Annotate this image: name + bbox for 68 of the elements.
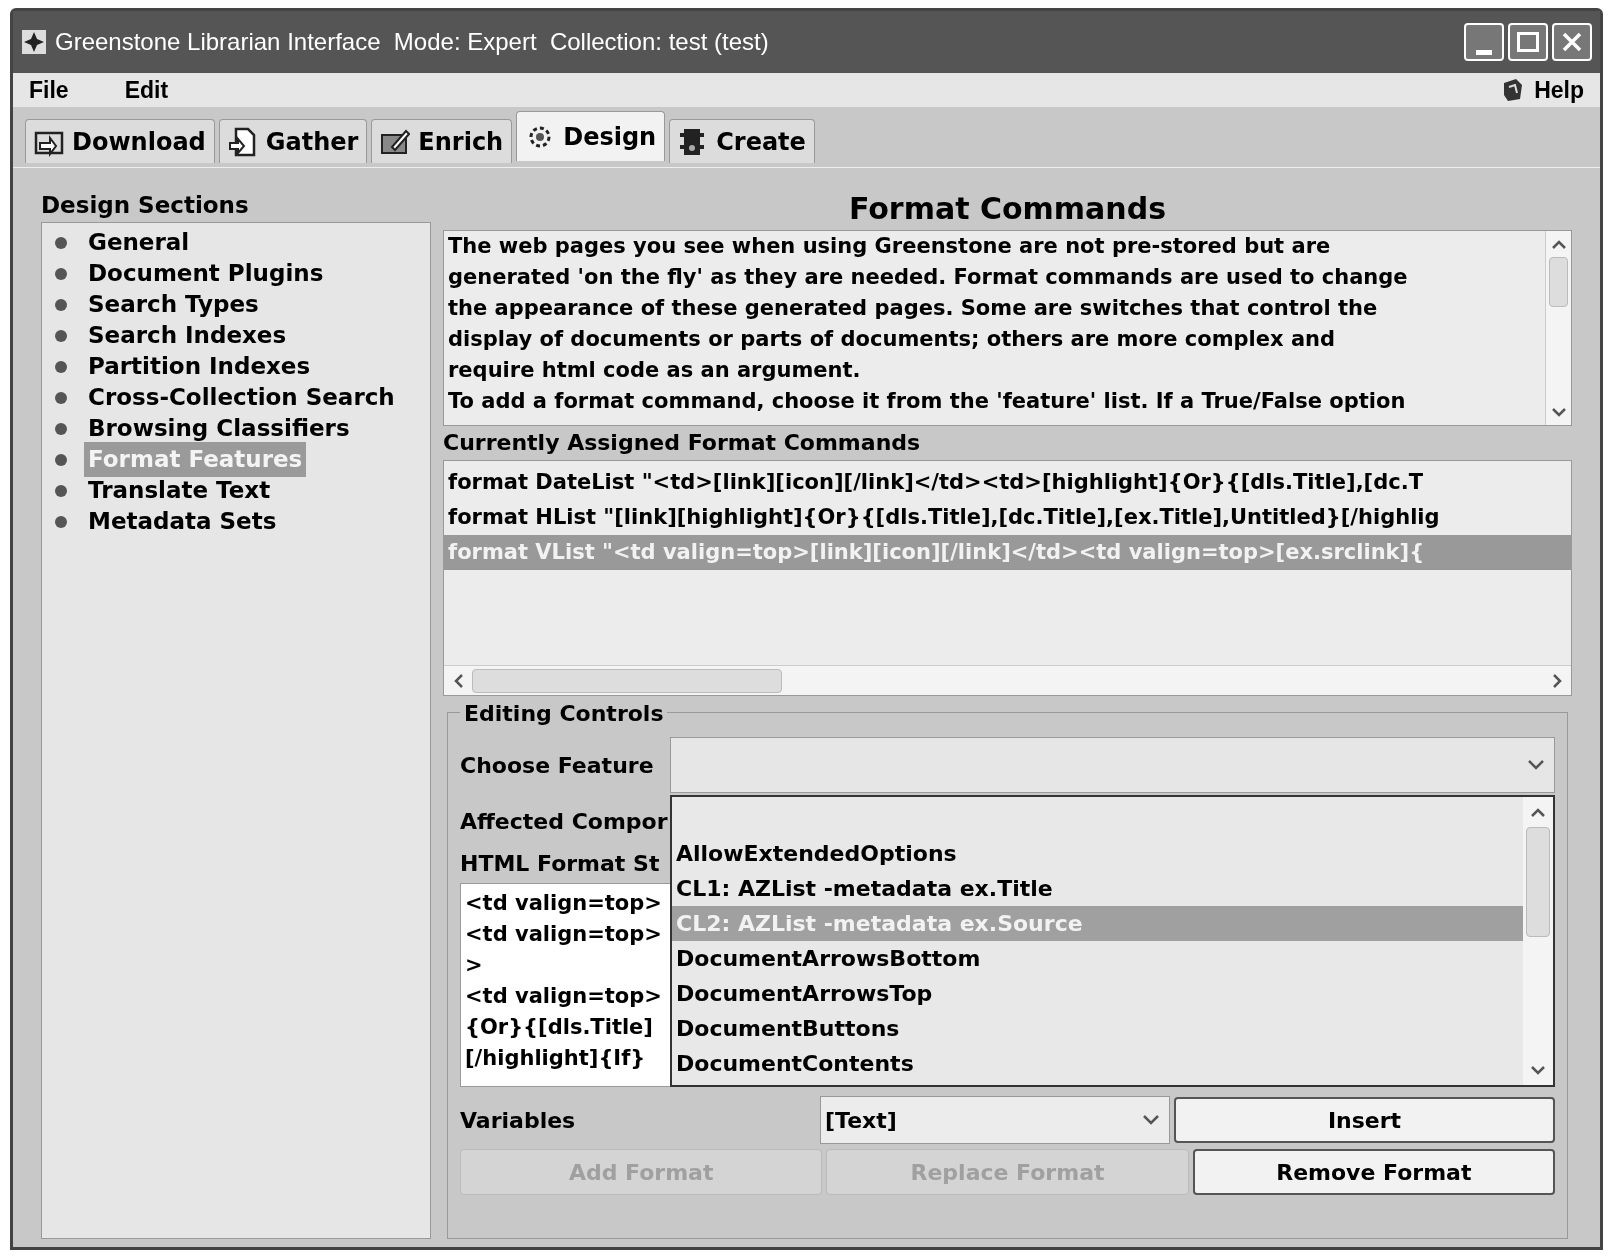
bullet-icon (54, 297, 68, 312)
format-command-row[interactable]: format HList "[link][highlight]{Or}{[dls.Title],[dc.Title],[ex.Title],Untitled}[/highlig (444, 500, 1571, 535)
description-text: To add a format command, choose it from the 'feature' list. If a True/False option (447, 388, 1407, 415)
feature-option[interactable]: AllowExtendedOptions (672, 836, 1523, 871)
description-text: require html code as an argument. (447, 357, 862, 384)
tab[interactable]: Enrich (371, 119, 513, 163)
close-icon (1562, 32, 1582, 52)
list-title: Currently Assigned Format Commands (443, 429, 922, 457)
description-text: the appearance of these generated pages. Some are switches that control the (447, 295, 1379, 322)
maximize-button[interactable] (1508, 23, 1548, 61)
feature-option[interactable]: DocumentArrowsBottom (672, 941, 1523, 976)
tab[interactable]: Create (669, 119, 815, 163)
field-label: HTML Format St (460, 850, 661, 878)
app-icon (21, 29, 47, 55)
scroll-down-icon (1551, 407, 1566, 417)
feature-dropdown[interactable] (670, 737, 1555, 793)
scrollbar-thumb (1549, 257, 1568, 307)
bullet-icon (54, 235, 68, 250)
window-title: Greenstone Librarian Interface Mode: Expert Collection: test (test) (55, 27, 769, 57)
section-title: Design Sections (41, 191, 250, 220)
bullet-icon (54, 483, 68, 498)
close-button[interactable] (1552, 23, 1592, 61)
feature-option[interactable]: CL1: AZList -metadata ex.Title (672, 871, 1523, 906)
menu-item[interactable]: Edit (124, 72, 169, 108)
field-label: Variables (460, 1106, 577, 1135)
code-line: <td valign=top> (465, 921, 663, 948)
code-line: [/highlight]{If} (465, 1045, 647, 1072)
scroll-left-icon (453, 673, 463, 688)
bullet-icon (54, 266, 68, 281)
button[interactable]: Remove Format (1192, 1149, 1555, 1195)
code-line: <td valign=top> (465, 890, 663, 917)
bullet-icon (54, 514, 68, 529)
code-line: <td valign=top> (465, 983, 663, 1010)
bullet-icon (54, 452, 68, 467)
maximize-icon (1517, 32, 1539, 52)
tab[interactable]: Download (25, 119, 215, 163)
button[interactable]: Insert (1174, 1097, 1555, 1143)
tab[interactable]: Design (516, 111, 666, 161)
bullet-icon (54, 390, 68, 405)
description-text: The web pages you see when using Greenstone are not pre-stored but are (447, 233, 1332, 260)
scroll-right-icon (1552, 673, 1562, 688)
scroll-up-icon (1531, 807, 1545, 817)
panel-heading: Format Commands (847, 190, 1168, 228)
bullet-icon (54, 421, 68, 436)
scroll-up-icon (1551, 239, 1566, 249)
minimize-button[interactable] (1464, 23, 1504, 61)
code-line: > (465, 952, 484, 979)
code-line: {Or}{[dls.Title] (465, 1014, 654, 1041)
feature-option[interactable]: DocumentArrowsTop (672, 976, 1523, 1011)
menu-item[interactable]: File (29, 72, 69, 108)
field-label: Affected Compor (460, 808, 669, 836)
description-text: generated 'on the fly' as they are needed. Format commands are used to change (447, 264, 1409, 291)
tab[interactable]: Gather (218, 119, 368, 163)
description-text: display of documents or parts of documents; others are more complex and (447, 326, 1337, 353)
bullet-icon (54, 328, 68, 343)
caret-icon (1141, 1113, 1161, 1127)
html-format-editor[interactable]: <td valign=top> <td valign=top> > <td valign=top> {Or}{[dls.Title] [/highlight]{If} (460, 883, 670, 1087)
field-label: Choose Feature (460, 751, 655, 780)
caret-icon (1526, 758, 1546, 772)
scroll-down-icon (1531, 1065, 1545, 1075)
bullet-icon (54, 359, 68, 374)
feature-option[interactable]: DocumentButtons (672, 1011, 1523, 1046)
help-menu[interactable]: Help (1534, 72, 1584, 108)
document-arrow-icon (227, 126, 258, 157)
variables-dropdown[interactable]: [Text] (820, 1096, 1170, 1144)
format-command-row[interactable]: format DateList "<td>[link][icon][/link]</td><td>[highlight]{Or}{[dls.Title],[dc.T (444, 465, 1571, 500)
minimize-icon (1476, 50, 1492, 55)
feature-option[interactable]: DocumentContents (672, 1046, 1523, 1081)
